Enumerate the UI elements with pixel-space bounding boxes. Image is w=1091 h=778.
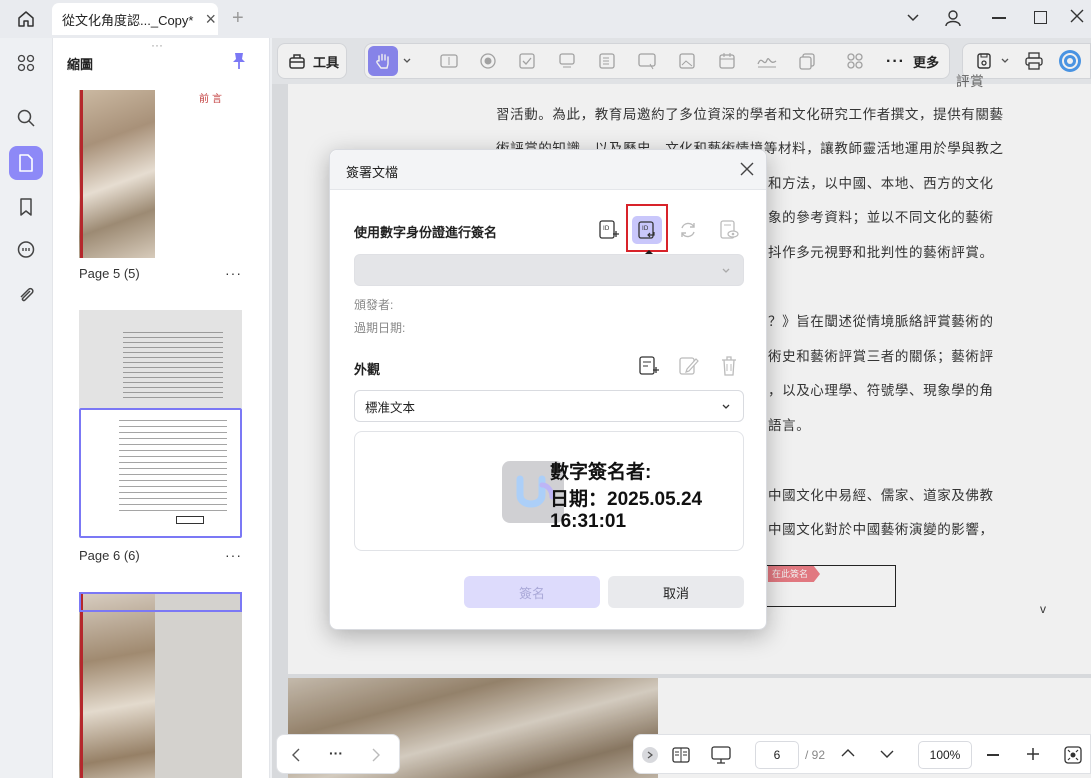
zoom-input[interactable]: 100% <box>918 741 972 769</box>
preview-time-line: 16:31:01 <box>550 511 627 532</box>
dialog-title: 簽署文檔 <box>346 165 399 180</box>
appearance-select-chevron-icon <box>722 404 730 409</box>
digital-id-select[interactable] <box>354 254 744 286</box>
sign-document-dialog: 簽署文檔 使用數字身份證進行簽名 ID ID 讀入 頒發者: 過期日期: 外觀 … <box>329 149 767 630</box>
previous-page-icon[interactable] <box>841 748 855 758</box>
thumbnails-panel: ··· 縮圖 前言 Page 5 (5) ··· Page 6 (6) ··· <box>52 38 270 778</box>
signature-preview: 數字簽名者: 日期：2025.05.24 16:31:01 <box>354 431 744 551</box>
zoom-out-icon[interactable] <box>987 754 999 756</box>
sign-button[interactable]: 簽名 <box>464 576 600 608</box>
add-appearance-icon[interactable] <box>638 355 660 377</box>
thumbnail-heading: 前言 <box>199 94 225 105</box>
tab-close-icon[interactable]: × <box>205 9 216 30</box>
previous-arrow-icon[interactable] <box>291 748 301 762</box>
preview-date-line: 日期：2025.05.24 <box>550 489 703 510</box>
refresh-icon[interactable] <box>678 220 698 240</box>
page-7-thumbnail[interactable] <box>79 592 242 778</box>
collapse-arrow-icon[interactable] <box>642 747 658 763</box>
new-tab-icon[interactable]: + <box>232 7 244 30</box>
maximize-icon[interactable] <box>1034 11 1047 24</box>
page-5-label: Page 5 (5) <box>79 266 140 281</box>
fit-page-icon[interactable] <box>1063 745 1083 765</box>
document-tab-title: 從文化角度認..._Copy* <box>62 12 194 28</box>
add-digital-id-icon[interactable]: ID <box>598 219 620 241</box>
issuer-label: 頒發者: <box>354 298 394 312</box>
zoom-value: 100% <box>929 748 961 762</box>
expiry-date-label: 過期日期: <box>354 321 406 335</box>
document-tab[interactable]: 從文化角度認..._Copy* × <box>52 3 218 35</box>
pin-icon[interactable] <box>231 52 247 70</box>
more-nav-dots-icon[interactable]: ··· <box>329 745 343 761</box>
minimize-icon[interactable] <box>992 17 1006 19</box>
window-menu-chevron-icon[interactable] <box>906 11 920 25</box>
page-nav-bar: ··· <box>276 734 400 774</box>
import-digital-id-icon[interactable]: ID <box>632 216 662 244</box>
edit-appearance-icon[interactable] <box>678 355 700 377</box>
page-6-more-button[interactable]: ··· <box>225 547 242 563</box>
close-window-icon[interactable] <box>1070 9 1084 23</box>
dialog-close-icon[interactable] <box>740 162 754 176</box>
panel-resize-handle[interactable]: ··· <box>151 38 163 52</box>
thumbnails-page-icon[interactable] <box>9 146 43 180</box>
appearance-section-title: 外觀 <box>354 362 381 377</box>
view-controls-bar: 6 / 92 100% <box>633 734 1091 774</box>
page-number-value: 6 <box>773 748 781 762</box>
preview-signer-line: 數字簽名者: <box>550 462 652 483</box>
svg-text:ID: ID <box>603 225 610 232</box>
comment-icon[interactable] <box>9 233 43 267</box>
digital-id-section-title: 使用數字身份證進行簽名 <box>354 225 498 240</box>
search-icon[interactable] <box>9 101 43 135</box>
delete-appearance-icon[interactable] <box>719 355 739 377</box>
view-certificate-icon[interactable] <box>718 219 740 241</box>
cancel-button[interactable]: 取消 <box>608 576 744 608</box>
next-arrow-icon[interactable] <box>371 748 381 762</box>
page-number-input[interactable]: 6 <box>755 741 799 769</box>
thumbnails-title: 縮圖 <box>67 57 94 72</box>
page-5-thumbnail[interactable]: 前言 <box>79 90 242 258</box>
zoom-in-icon[interactable] <box>1026 747 1040 761</box>
digital-id-select-chevron-icon <box>722 268 730 273</box>
next-page-icon[interactable] <box>880 749 894 759</box>
page-total: / 92 <box>805 748 826 762</box>
bookmark-icon[interactable] <box>9 190 43 224</box>
user-account-icon[interactable] <box>944 9 962 27</box>
attachment-icon[interactable] <box>9 278 43 312</box>
page-layout-icon[interactable] <box>671 746 691 764</box>
appearance-select[interactable]: 標准文本 <box>354 390 744 422</box>
page-6-thumbnail[interactable] <box>79 310 242 538</box>
left-rail <box>0 38 52 778</box>
page-6-label: Page 6 (6) <box>79 548 140 563</box>
home-icon[interactable] <box>14 7 38 31</box>
svg-text:ID: ID <box>642 225 649 232</box>
appearance-select-value: 標准文本 <box>365 400 416 415</box>
apps-grid-icon[interactable] <box>9 46 43 80</box>
page-5-more-button[interactable]: ··· <box>225 265 242 281</box>
presentation-icon[interactable] <box>710 745 732 765</box>
dialog-header: 簽署文檔 <box>330 150 766 190</box>
